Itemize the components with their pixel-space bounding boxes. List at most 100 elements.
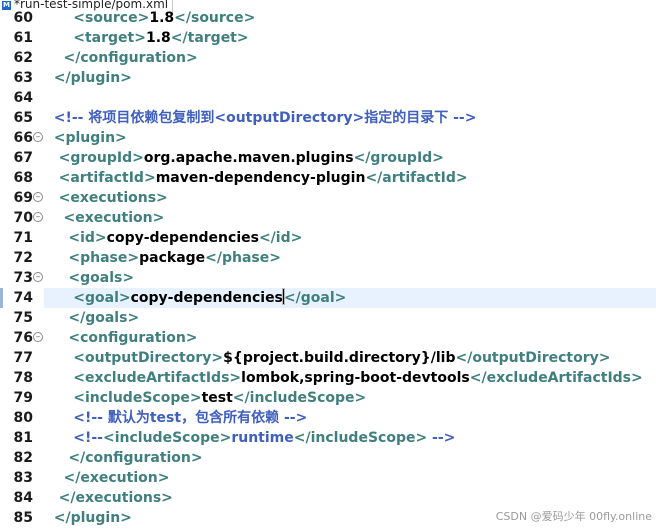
code-line-71[interactable]: 71 <id>copy-dependencies</id> (0, 228, 656, 248)
line-number: 81 (13, 430, 33, 446)
code-text[interactable]: <phase>package</phase> (44, 248, 656, 268)
code-text[interactable]: <executions> (44, 188, 656, 208)
xml-text (44, 210, 64, 226)
fold-toggle-icon[interactable]: – (33, 332, 43, 342)
code-text[interactable]: <id>copy-dependencies</id> (44, 228, 656, 248)
xml-text (44, 510, 54, 526)
code-line-78[interactable]: 78 <excludeArtifactIds>lombok,spring-boo… (0, 368, 656, 388)
code-line-82[interactable]: 82 </configuration> (0, 448, 656, 468)
code-text[interactable]: </configuration> (44, 448, 656, 468)
code-line-80[interactable]: 80 <!-- 默认为test，包含所有依赖 --> (0, 408, 656, 428)
code-text[interactable]: <target>1.8</target> (44, 28, 656, 48)
line-number: 64 (13, 90, 33, 106)
line-number: 77 (13, 350, 33, 366)
code-text[interactable]: </configuration> (44, 48, 656, 68)
xml-tag: <goal> (73, 290, 131, 306)
code-text[interactable]: </plugin> (44, 68, 656, 88)
code-text[interactable]: <artifactId>maven-dependency-plugin</art… (44, 168, 656, 188)
watermark: CSDN @爱码少年 00fly.online (495, 510, 652, 523)
code-line-64[interactable]: 64 (0, 88, 656, 108)
code-text[interactable]: <!--<includeScope>runtime</includeScope>… (44, 428, 656, 448)
line-number: 60 (13, 10, 33, 26)
fold-toggle-icon[interactable]: – (33, 212, 43, 222)
code-text[interactable] (44, 88, 656, 108)
code-line-65[interactable]: 65 <!-- 将项目依赖包复制到<outputDirectory>指定的目录下… (0, 108, 656, 128)
xml-text (44, 410, 73, 426)
code-line-81[interactable]: 81 <!--<includeScope>runtime</includeSco… (0, 428, 656, 448)
code-line-70[interactable]: 70– <execution> (0, 208, 656, 228)
code-text[interactable]: <configuration> (44, 328, 656, 348)
xml-tag: </artifactId> (365, 170, 468, 186)
xml-text (44, 310, 68, 326)
line-number: 66 (13, 130, 33, 146)
xml-tag: </phase> (205, 250, 281, 266)
xml-tag: <executions> (58, 190, 168, 206)
code-line-67[interactable]: 67 <groupId>org.apache.maven.plugins</gr… (0, 148, 656, 168)
code-line-72[interactable]: 72 <phase>package</phase> (0, 248, 656, 268)
xml-text (44, 370, 73, 386)
code-line-66[interactable]: 66– <plugin> (0, 128, 656, 148)
code-text[interactable]: </goals> (44, 308, 656, 328)
line-number: 68 (13, 170, 33, 186)
line-number: 71 (13, 230, 33, 246)
xml-text (44, 470, 64, 486)
xml-comment: runtime (231, 430, 294, 446)
code-text[interactable]: <!-- 默认为test，包含所有依赖 --> (44, 408, 656, 428)
xml-text (44, 110, 54, 126)
code-line-74[interactable]: 74 <goal>copy-dependencies</goal> (0, 288, 656, 308)
code-text[interactable]: </executions> (44, 488, 656, 508)
line-number: 73 (13, 270, 33, 286)
xml-tag: </execution> (63, 470, 170, 486)
code-text[interactable]: <outputDirectory>${project.build.directo… (44, 348, 656, 368)
code-line-75[interactable]: 75 </goals> (0, 308, 656, 328)
xml-comment: <!-- 默认为test，包含所有依赖 --> (73, 410, 308, 426)
line-number: 61 (13, 30, 33, 46)
xml-tag: </goals> (68, 310, 140, 326)
code-text[interactable]: <includeScope>test</includeScope> (44, 388, 656, 408)
xml-text: copy-dependencies (130, 290, 283, 306)
code-line-73[interactable]: 73– <goals> (0, 268, 656, 288)
code-line-76[interactable]: 76– <configuration> (0, 328, 656, 348)
code-line-68[interactable]: 68 <artifactId>maven-dependency-plugin</… (0, 168, 656, 188)
code-text[interactable]: <!-- 将项目依赖包复制到<outputDirectory>指定的目录下 --… (44, 108, 656, 128)
xml-text (44, 130, 54, 146)
line-number: 65 (13, 110, 33, 126)
xml-text (44, 390, 73, 406)
code-line-60[interactable]: 60 <source>1.8</source> (0, 8, 656, 28)
line-number: 70 (13, 210, 33, 226)
xml-text (44, 50, 64, 66)
code-line-69[interactable]: 69– <executions> (0, 188, 656, 208)
fold-toggle-icon[interactable]: – (33, 272, 43, 282)
xml-comment: <!-- (73, 430, 103, 446)
code-line-62[interactable]: 62 </configuration> (0, 48, 656, 68)
code-text[interactable]: <goals> (44, 268, 656, 288)
xml-text (44, 30, 73, 46)
code-line-79[interactable]: 79 <includeScope>test</includeScope> (0, 388, 656, 408)
code-text[interactable]: <excludeArtifactIds>lombok,spring-boot-d… (44, 368, 656, 388)
xml-text (44, 230, 68, 246)
fold-toggle-icon[interactable]: – (33, 132, 43, 142)
xml-text: 1.8 (149, 10, 175, 26)
xml-text: test (201, 390, 233, 406)
xml-text: ${project.build.directory}/lib (223, 350, 456, 366)
code-text[interactable]: </execution> (44, 468, 656, 488)
code-text[interactable]: <groupId>org.apache.maven.plugins</group… (44, 148, 656, 168)
fold-toggle-icon[interactable]: – (33, 192, 43, 202)
code-line-84[interactable]: 84 </executions> (0, 488, 656, 508)
code-editor[interactable]: 60 <source>1.8</source> 61 <target>1.8</t… (0, 8, 656, 531)
code-text[interactable]: <source>1.8</source> (44, 8, 656, 28)
xml-tag: </groupId> (353, 150, 444, 166)
code-line-61[interactable]: 61 <target>1.8</target> (0, 28, 656, 48)
line-number: 82 (13, 450, 33, 466)
xml-tag: <includeScope> (73, 390, 202, 406)
code-line-77[interactable]: 77 <outputDirectory>${project.build.dire… (0, 348, 656, 368)
line-number: 74 (13, 290, 33, 306)
code-text[interactable]: <plugin> (44, 128, 656, 148)
xml-text: org.apache.maven.plugins (143, 150, 354, 166)
code-line-83[interactable]: 83 </execution> (0, 468, 656, 488)
xml-tag: </id> (258, 230, 303, 246)
code-text[interactable]: <goal>copy-dependencies</goal> (44, 288, 656, 308)
code-text[interactable]: <execution> (44, 208, 656, 228)
line-number: 80 (13, 410, 33, 426)
code-line-63[interactable]: 63 </plugin> (0, 68, 656, 88)
